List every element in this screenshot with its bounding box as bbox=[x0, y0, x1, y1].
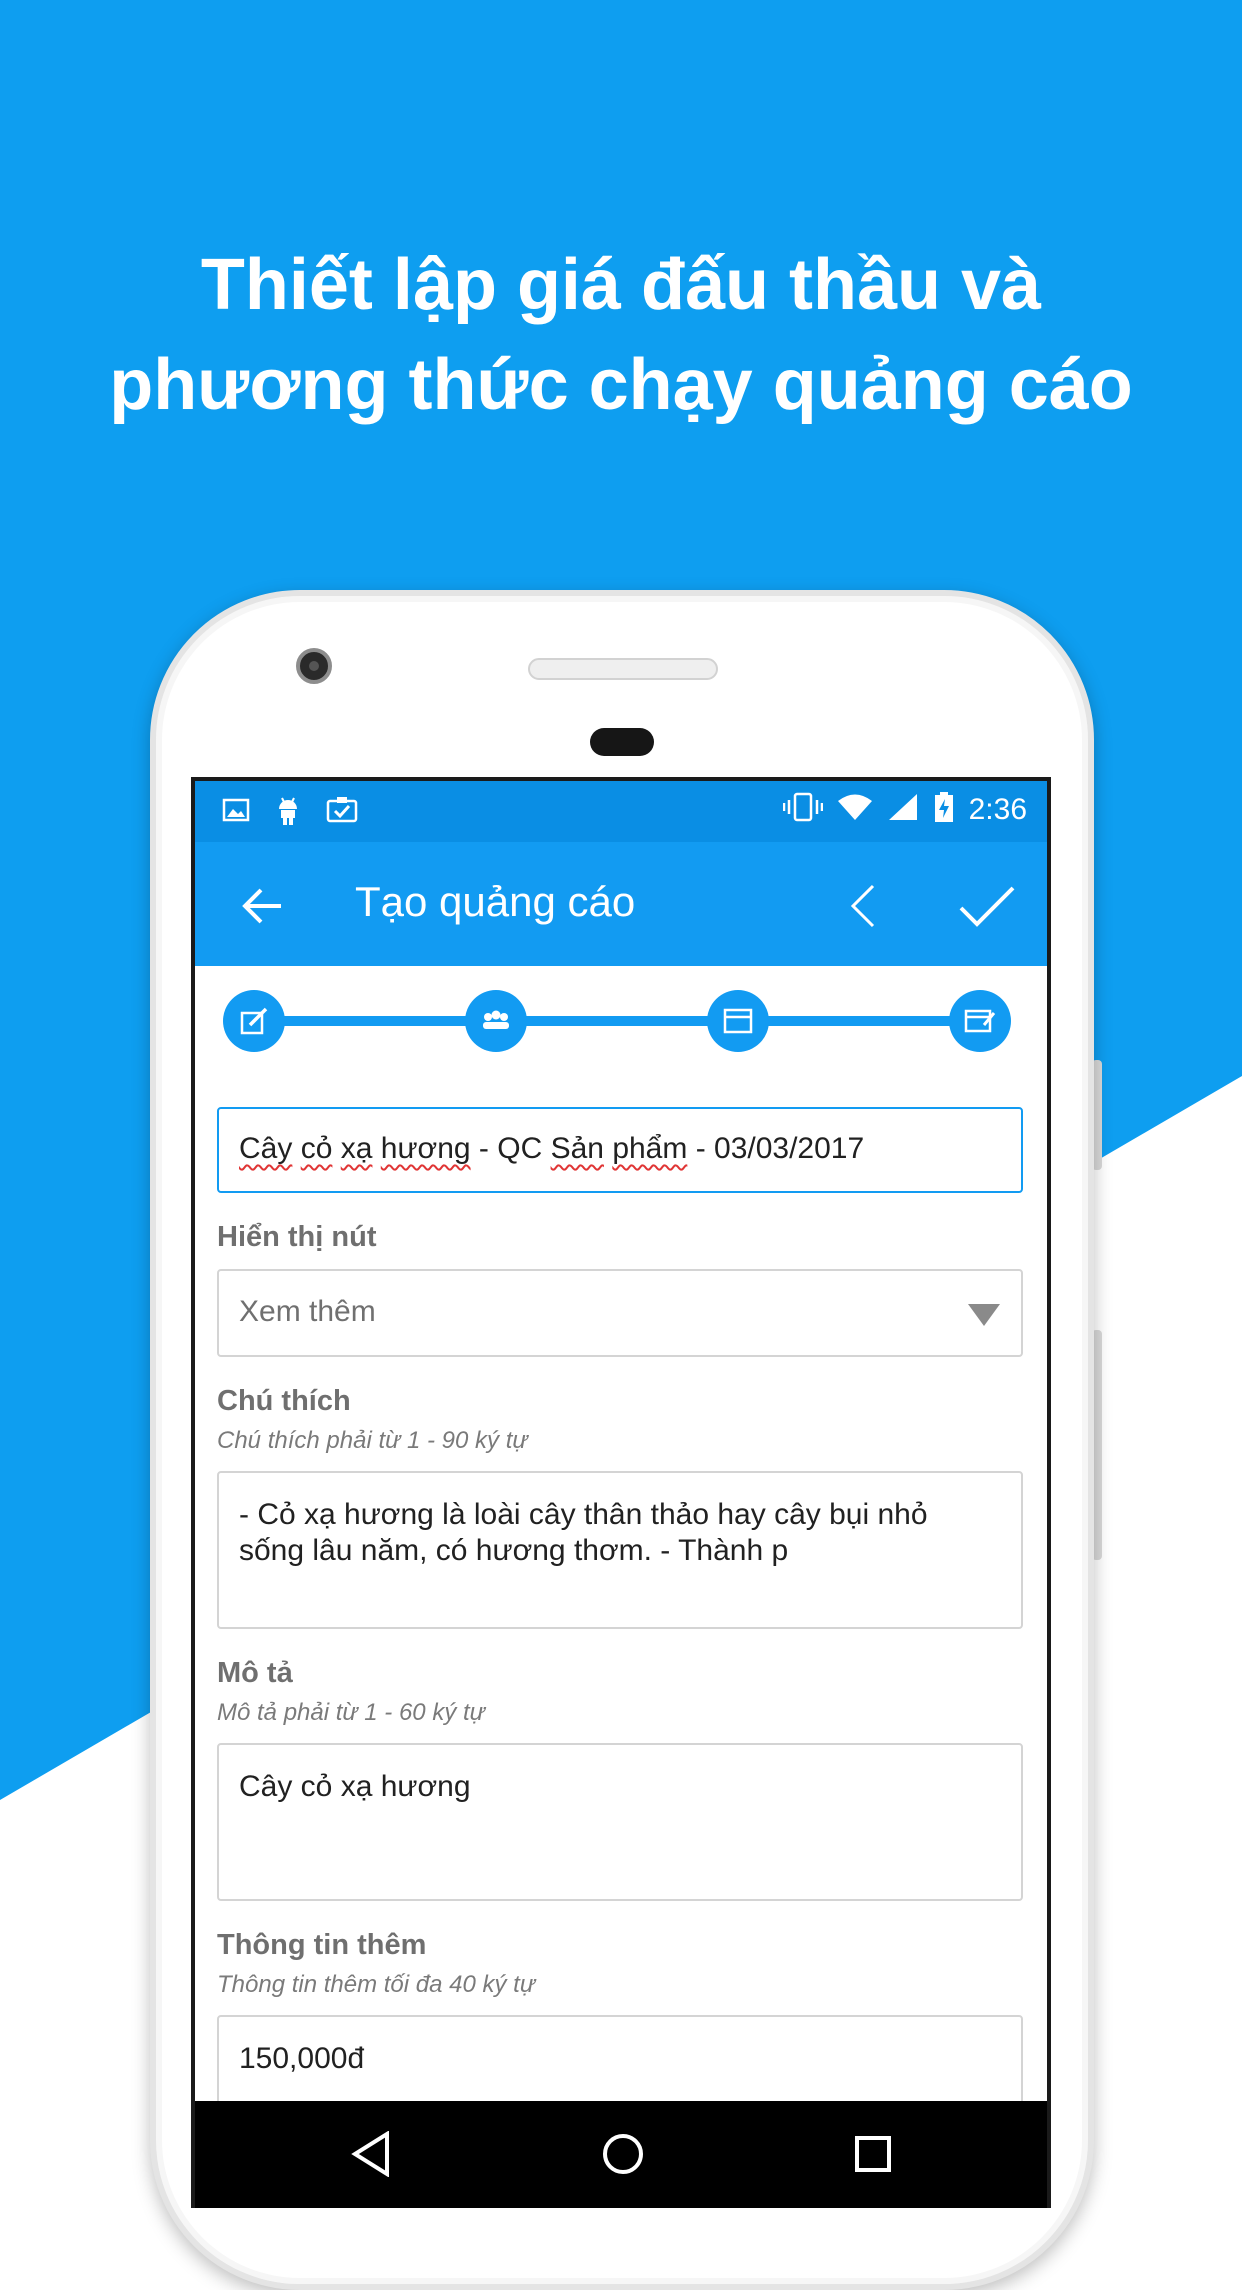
browser-icon bbox=[723, 1008, 753, 1034]
extra-info-hint: Thông tin thêm tối đa 40 ký tự bbox=[217, 1971, 536, 1998]
headline-line-2: phương thức chạy quảng cáo bbox=[109, 345, 1133, 425]
arrow-left-icon[interactable] bbox=[235, 878, 291, 934]
step-audience[interactable] bbox=[465, 990, 527, 1052]
check-icon[interactable] bbox=[955, 878, 1019, 934]
browser-edit-icon bbox=[964, 1009, 996, 1033]
caption-hint: Chú thích phải từ 1 - 90 ký tự bbox=[217, 1427, 528, 1454]
chevron-left-icon[interactable] bbox=[843, 878, 883, 934]
caption-label: Chú thích bbox=[217, 1385, 351, 1417]
proximity-sensor bbox=[590, 728, 654, 756]
clipboard-check-icon bbox=[325, 795, 358, 827]
step-browser[interactable] bbox=[707, 990, 769, 1052]
description-value: Cây cỏ xạ hương bbox=[239, 1770, 471, 1803]
android-icon bbox=[273, 795, 305, 827]
headline-line-1: Thiết lập giá đấu thầu và bbox=[200, 245, 1042, 325]
phone-screen: 2:36 Tạo quảng cáo Cây cỏ xạ hương - QC … bbox=[191, 777, 1051, 2208]
description-textarea[interactable] bbox=[217, 1743, 1023, 1901]
step-edit[interactable] bbox=[223, 990, 285, 1052]
status-bar: 2:36 bbox=[195, 781, 1047, 842]
app-toolbar: Tạo quảng cáo bbox=[195, 842, 1047, 966]
dropdown-arrow-icon[interactable] bbox=[967, 1303, 1001, 1327]
vibrate-icon bbox=[782, 791, 823, 828]
wifi-icon bbox=[837, 792, 873, 827]
description-label: Mô tả bbox=[217, 1657, 293, 1689]
home-circle-icon[interactable] bbox=[601, 2131, 645, 2182]
progress-stepper bbox=[223, 986, 1023, 1056]
caption-line-1: - Cỏ xạ hương là loài cây thân thảo hay … bbox=[239, 1498, 928, 1531]
audience-icon bbox=[483, 1010, 509, 1029]
recents-square-icon[interactable] bbox=[853, 2131, 893, 2182]
edit-icon bbox=[240, 1007, 268, 1035]
image-icon bbox=[221, 795, 253, 827]
front-camera bbox=[296, 648, 332, 684]
description-hint: Mô tả phải từ 1 - 60 ký tự bbox=[217, 1699, 485, 1726]
status-time: 2:36 bbox=[968, 792, 1027, 826]
back-triangle-icon[interactable] bbox=[351, 2130, 391, 2182]
extra-info-label: Thông tin thêm bbox=[217, 1929, 427, 1961]
signal-icon bbox=[887, 792, 919, 827]
extra-info-value: 150,000đ bbox=[239, 2042, 365, 2075]
navigation-bar bbox=[195, 2101, 1047, 2208]
page-title: Tạo quảng cáo bbox=[355, 878, 636, 925]
earpiece-speaker bbox=[528, 658, 718, 680]
ad-name-value: Cây cỏ xạ hương - QC Sản phẩm - 03/03/20… bbox=[239, 1132, 865, 1165]
caption-line-2: sống lâu năm, có hương thơm. - Thành p bbox=[239, 1534, 789, 1567]
button-field-label: Hiển thị nút bbox=[217, 1221, 377, 1253]
battery-charging-icon bbox=[933, 791, 955, 828]
step-browser-edit[interactable] bbox=[949, 990, 1011, 1052]
stepper-line bbox=[253, 1016, 993, 1026]
button-select-value: Xem thêm bbox=[239, 1295, 376, 1328]
